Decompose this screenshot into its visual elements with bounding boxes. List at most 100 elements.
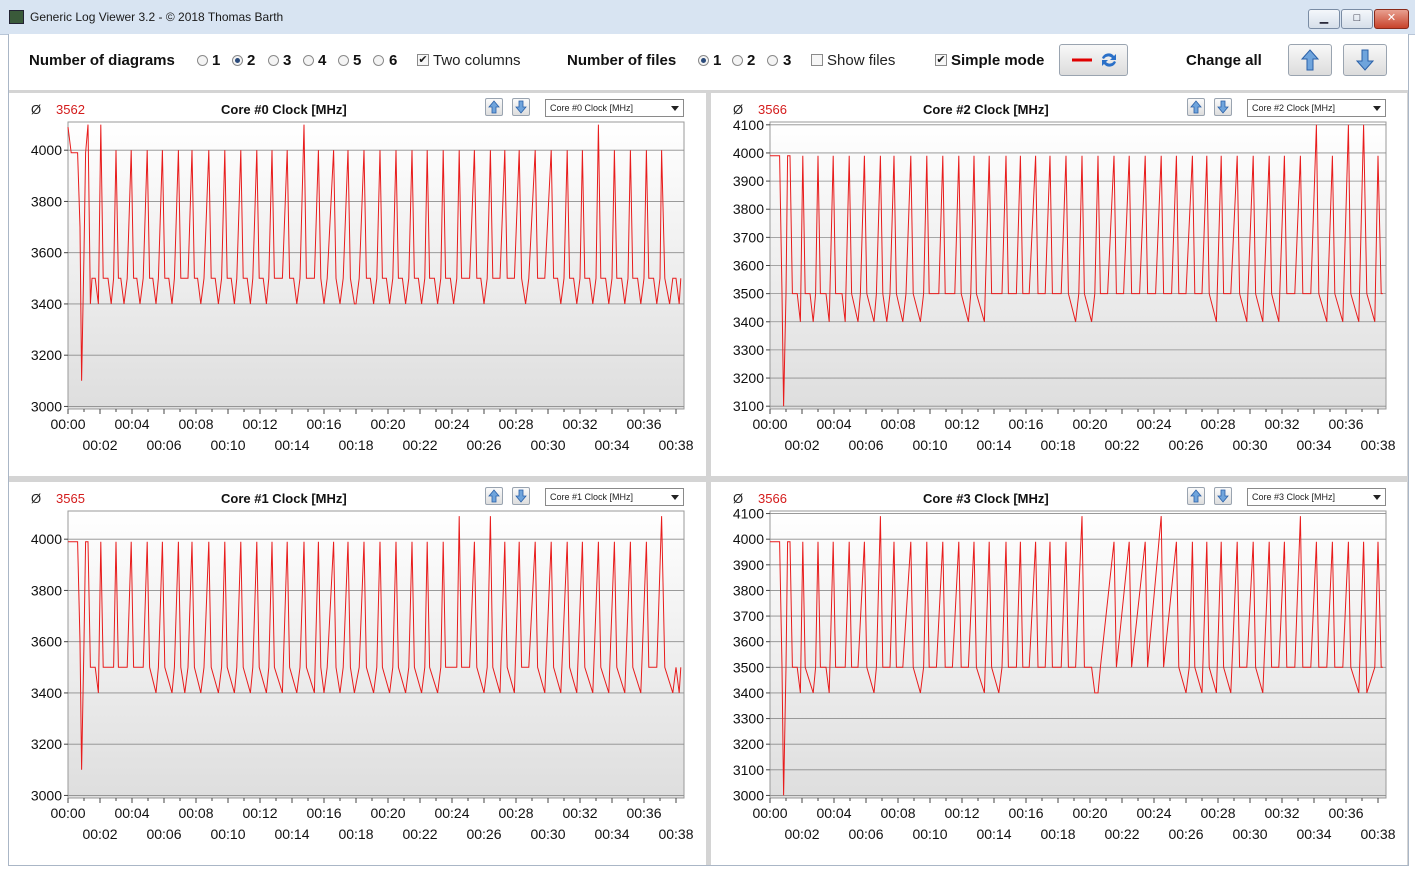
x-tick-label: 00:34 — [1296, 437, 1331, 453]
line-chart: 3000 3200 3400 3600 3800 4000 00:00 00:04 00:08 0… — [31, 510, 694, 842]
x-tick-label: 00:10 — [912, 437, 947, 453]
files-radio-2-label[interactable]: 2 — [747, 52, 755, 69]
x-tick-label: 00:24 — [434, 416, 469, 432]
x-tick-label: 00:18 — [1040, 437, 1075, 453]
show-files-checkbox[interactable] — [811, 54, 823, 66]
window-title-bar: Generic Log Viewer 3.2 - © 2018 Thomas B… — [0, 0, 1415, 35]
chart-panel-core1: Ø 3565 Core #1 Clock [MHz] Core #1 Clock… — [9, 482, 706, 865]
files-radio-3-label[interactable]: 3 — [783, 52, 791, 69]
x-tick-label: 00:30 — [1232, 437, 1267, 453]
y-tick-label: 3800 — [31, 582, 62, 598]
y-tick-label: 3000 — [31, 398, 62, 414]
x-tick-label: 00:22 — [1104, 437, 1139, 453]
x-tick-label: 00:02 — [82, 826, 117, 842]
x-tick-label: 00:20 — [1072, 416, 1107, 432]
diagrams-radio-4-label[interactable]: 4 — [318, 52, 326, 69]
minimize-button[interactable]: ▁ — [1308, 9, 1340, 29]
files-radio-2[interactable] — [732, 55, 743, 66]
line-swatch-icon — [1072, 53, 1116, 67]
y-tick-label: 3600 — [733, 258, 764, 274]
x-tick-label: 00:18 — [338, 826, 373, 842]
number-of-diagrams-label: Number of diagrams — [29, 52, 175, 69]
files-radio-3[interactable] — [767, 55, 778, 66]
x-tick-label: 00:20 — [370, 416, 405, 432]
x-tick-label: 00:36 — [1328, 416, 1363, 432]
x-tick-label: 00:10 — [210, 437, 245, 453]
close-button[interactable]: ✕ — [1374, 9, 1409, 29]
line-chart: 3000 3200 3400 3600 3800 4000 00:00 00:04 00:08 0… — [31, 121, 694, 453]
arrow-down-icon — [1355, 49, 1375, 71]
show-files-label[interactable]: Show files — [827, 52, 895, 69]
y-tick-label: 3800 — [31, 193, 62, 209]
y-tick-label: 3000 — [733, 787, 764, 803]
two-columns-label[interactable]: Two columns — [433, 52, 521, 69]
simple-mode-checkbox[interactable]: ✔ — [935, 54, 947, 66]
diagrams-radio-3[interactable] — [268, 55, 279, 66]
x-tick-label: 00:04 — [816, 416, 851, 432]
x-tick-label: 00:26 — [1168, 437, 1203, 453]
move-down-all-button[interactable] — [1343, 44, 1387, 76]
diagrams-radio-2-label[interactable]: 2 — [247, 52, 255, 69]
diagrams-radio-4[interactable] — [303, 55, 314, 66]
x-tick-label: 00:30 — [1232, 826, 1267, 842]
two-columns-checkbox[interactable]: ✔ — [417, 54, 429, 66]
x-tick-label: 00:10 — [210, 826, 245, 842]
x-tick-label: 00:14 — [274, 826, 309, 842]
y-tick-label: 4000 — [31, 142, 62, 158]
x-tick-label: 00:22 — [1104, 826, 1139, 842]
diagrams-radio-6-label[interactable]: 6 — [389, 52, 397, 69]
simple-mode-label[interactable]: Simple mode — [951, 52, 1044, 69]
files-radio-1[interactable] — [698, 55, 709, 66]
x-tick-label: 00:16 — [306, 805, 341, 821]
x-tick-label: 00:14 — [274, 437, 309, 453]
x-tick-label: 00:16 — [306, 416, 341, 432]
chart-panel-core2: Ø 3566 Core #2 Clock [MHz] Core #2 Clock… — [711, 93, 1407, 476]
x-tick-label: 00:14 — [976, 826, 1011, 842]
y-tick-label: 4100 — [733, 506, 764, 522]
x-tick-label: 00:12 — [242, 416, 277, 432]
number-of-files-label: Number of files — [567, 52, 677, 69]
x-tick-label: 00:38 — [1360, 437, 1395, 453]
diagrams-radio-5[interactable] — [338, 55, 349, 66]
y-tick-label: 3400 — [31, 296, 62, 312]
arrow-up-icon — [1300, 49, 1320, 71]
y-tick-label: 3400 — [733, 685, 764, 701]
maximize-button[interactable]: □ — [1341, 9, 1373, 29]
y-tick-label: 3200 — [31, 736, 62, 752]
y-tick-label: 3600 — [733, 634, 764, 650]
x-tick-label: 00:16 — [1008, 416, 1043, 432]
diagrams-radio-1[interactable] — [197, 55, 208, 66]
x-tick-label: 00:20 — [1072, 805, 1107, 821]
x-tick-label: 00:00 — [752, 805, 787, 821]
x-tick-label: 00:08 — [880, 805, 915, 821]
y-tick-label: 3200 — [31, 347, 62, 363]
diagrams-radio-3-label[interactable]: 3 — [283, 52, 291, 69]
x-tick-label: 00:02 — [784, 826, 819, 842]
x-tick-label: 00:34 — [1296, 826, 1331, 842]
x-tick-label: 00:00 — [50, 416, 85, 432]
x-tick-label: 00:06 — [848, 437, 883, 453]
line-chart: 3000 3100 3200 3300 3400 3500 3600 3700 3800 3900… — [733, 506, 1396, 842]
x-tick-label: 00:28 — [1200, 416, 1235, 432]
x-tick-label: 00:10 — [912, 826, 947, 842]
diagrams-radio-1-label[interactable]: 1 — [212, 52, 220, 69]
diagrams-radio-5-label[interactable]: 5 — [353, 52, 361, 69]
y-tick-label: 3500 — [733, 659, 764, 675]
x-tick-label: 00:34 — [594, 826, 629, 842]
files-radio-1-label[interactable]: 1 — [713, 52, 721, 69]
diagrams-radio-2[interactable] — [232, 55, 243, 66]
y-tick-label: 3000 — [31, 787, 62, 803]
line-style-button[interactable] — [1059, 44, 1128, 76]
plot-area — [67, 121, 685, 410]
y-tick-label: 3400 — [31, 685, 62, 701]
x-tick-label: 00:08 — [880, 416, 915, 432]
x-tick-label: 00:16 — [1008, 805, 1043, 821]
y-tick-label: 3200 — [733, 370, 764, 386]
x-tick-label: 00:34 — [594, 437, 629, 453]
diagrams-radio-6[interactable] — [373, 55, 384, 66]
plot-area — [67, 510, 685, 799]
x-tick-label: 00:36 — [626, 416, 661, 432]
move-up-all-button[interactable] — [1288, 44, 1332, 76]
toolbar: Number of diagrams 1 2 3 4 5 6 ✔ Two col… — [8, 34, 1409, 90]
app-icon — [9, 10, 24, 24]
